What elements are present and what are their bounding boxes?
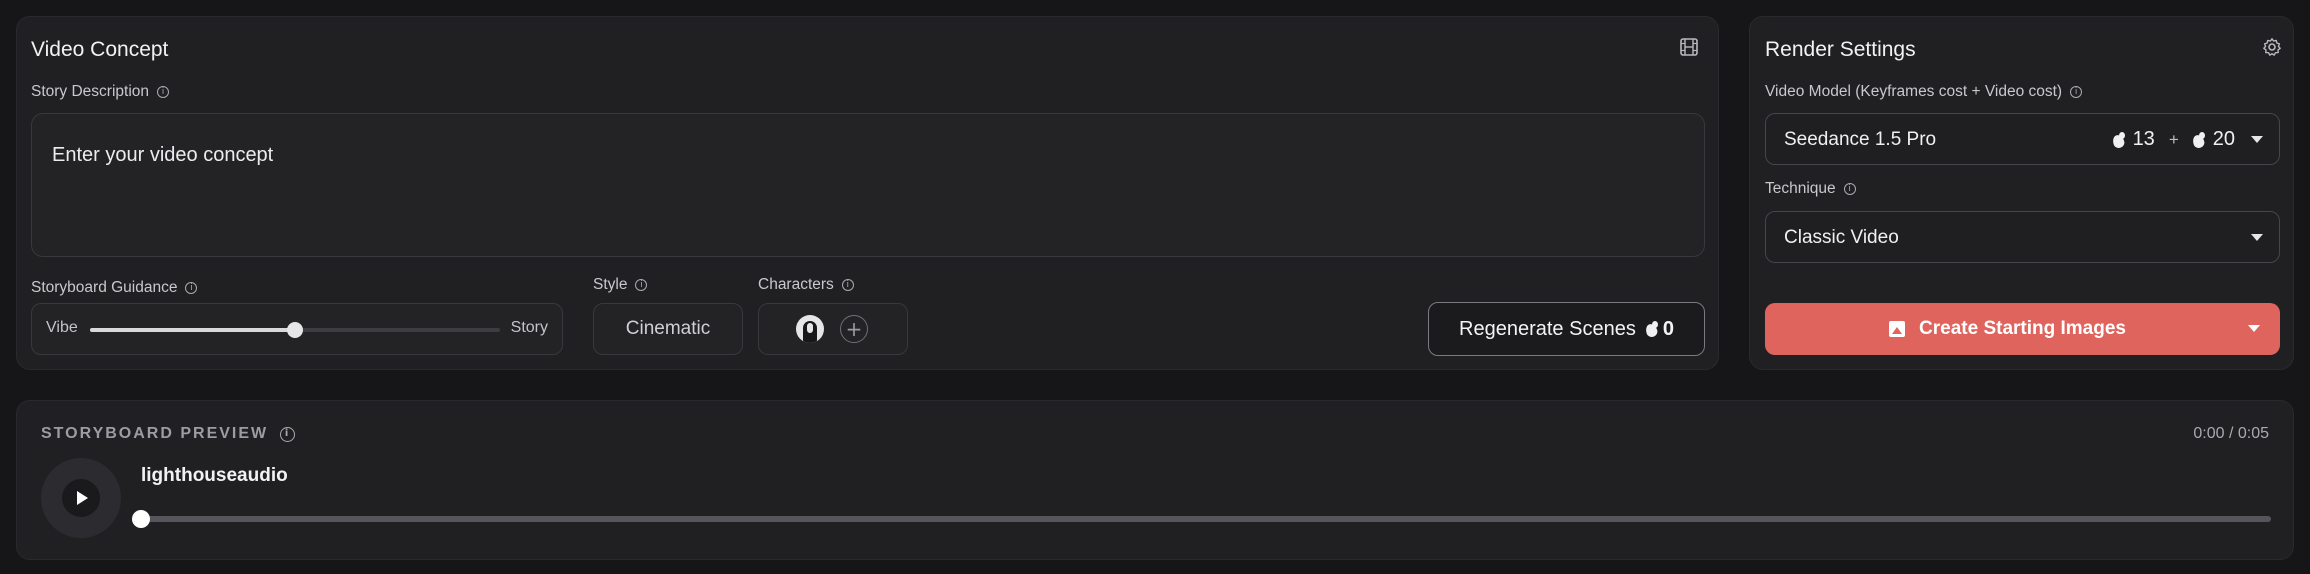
chevron-down-icon xyxy=(2248,325,2260,332)
technique-label: Technique i xyxy=(1765,180,1856,198)
character-avatar[interactable] xyxy=(796,315,824,343)
storyboard-preview-panel: STORYBOARD PREVIEW i 0:00 / 0:05 lightho… xyxy=(16,400,2294,560)
video-model-label: Video Model (Keyframes cost + Video cost… xyxy=(1765,83,2083,101)
credit-icon xyxy=(2113,131,2127,148)
characters-list: + xyxy=(758,303,908,355)
create-options-dropdown[interactable] xyxy=(2230,303,2280,355)
info-icon[interactable]: i xyxy=(2070,86,2083,98)
storyboard-guidance-slider: Vibe Story xyxy=(31,303,563,355)
info-icon[interactable]: i xyxy=(1843,183,1856,195)
style-selector[interactable]: Cinematic xyxy=(593,303,743,355)
video-model-select[interactable]: Seedance 1.5 Pro 13 + 20 xyxy=(1765,113,2280,165)
info-icon[interactable]: i xyxy=(157,86,170,98)
credit-icon xyxy=(1646,321,1660,337)
model-costs: 13 + 20 xyxy=(2113,128,2235,151)
slider-label-vibe: Vibe xyxy=(46,319,78,336)
video-model-value: Seedance 1.5 Pro xyxy=(1784,129,1937,150)
regenerate-scenes-button[interactable]: Regenerate Scenes 0 xyxy=(1428,302,1705,356)
chevron-down-icon xyxy=(2251,136,2263,143)
film-icon[interactable] xyxy=(1679,37,1699,57)
slider-fill xyxy=(90,328,295,332)
play-button[interactable] xyxy=(41,458,121,538)
credit-icon xyxy=(2193,131,2207,148)
render-settings-panel: Render Settings Video Model (Keyframes c… xyxy=(1749,16,2294,370)
play-button-inner xyxy=(62,479,100,517)
add-character-button[interactable]: + xyxy=(840,315,868,343)
render-settings-title: Render Settings xyxy=(1765,38,1916,61)
create-starting-images-button[interactable]: Create Starting Images xyxy=(1765,303,2280,355)
info-icon[interactable]: i xyxy=(841,279,854,291)
story-description-label: Story Description i xyxy=(31,83,170,101)
video-cost: 20 xyxy=(2212,128,2235,150)
gear-icon[interactable] xyxy=(2262,37,2282,57)
style-label: Style i xyxy=(593,276,648,294)
video-model-label-text: Video Model (Keyframes cost + Video cost… xyxy=(1765,83,2063,100)
keyframes-cost: 13 xyxy=(2132,128,2155,150)
technique-value: Classic Video xyxy=(1784,227,1899,248)
regenerate-cost: 0 xyxy=(1646,318,1674,341)
image-icon xyxy=(1889,321,1906,337)
info-icon[interactable]: i xyxy=(280,426,296,442)
regenerate-cost-value: 0 xyxy=(1662,317,1674,340)
create-starting-images-main[interactable]: Create Starting Images xyxy=(1765,318,2230,340)
story-description-placeholder: Enter your video concept xyxy=(52,144,274,166)
storyboard-preview-title-text: STORYBOARD PREVIEW xyxy=(41,425,269,442)
technique-label-text: Technique xyxy=(1765,180,1836,197)
regenerate-scenes-label: Regenerate Scenes xyxy=(1459,317,1636,340)
style-label-text: Style xyxy=(593,276,628,293)
playback-scrubber[interactable] xyxy=(132,510,150,528)
video-concept-panel: Video Concept Story Description i Enter … xyxy=(16,16,1719,370)
storyboard-guidance-label: Storyboard Guidance i xyxy=(31,279,198,297)
info-icon[interactable]: i xyxy=(635,279,648,291)
storyboard-preview-title: STORYBOARD PREVIEW i xyxy=(41,425,296,443)
track-name: lighthouseaudio xyxy=(141,465,288,486)
characters-label: Characters i xyxy=(758,276,854,294)
playback-progress-bar[interactable] xyxy=(132,510,2271,528)
characters-label-text: Characters xyxy=(758,276,834,293)
plus-sign: + xyxy=(2168,129,2179,149)
chevron-down-icon xyxy=(2251,234,2263,241)
play-icon xyxy=(77,491,88,505)
time-readout: 0:00 / 0:05 xyxy=(2193,425,2269,442)
slider-track[interactable] xyxy=(90,322,500,338)
slider-label-story: Story xyxy=(510,319,548,336)
story-description-input[interactable]: Enter your video concept xyxy=(31,113,1705,257)
storyboard-guidance-label-text: Storyboard Guidance xyxy=(31,279,178,296)
story-description-label-text: Story Description xyxy=(31,83,150,100)
technique-select[interactable]: Classic Video xyxy=(1765,211,2280,263)
create-starting-images-label: Create Starting Images xyxy=(1919,318,2126,339)
info-icon[interactable]: i xyxy=(185,282,198,294)
video-concept-title: Video Concept xyxy=(31,38,169,61)
slider-thumb[interactable] xyxy=(287,322,303,338)
